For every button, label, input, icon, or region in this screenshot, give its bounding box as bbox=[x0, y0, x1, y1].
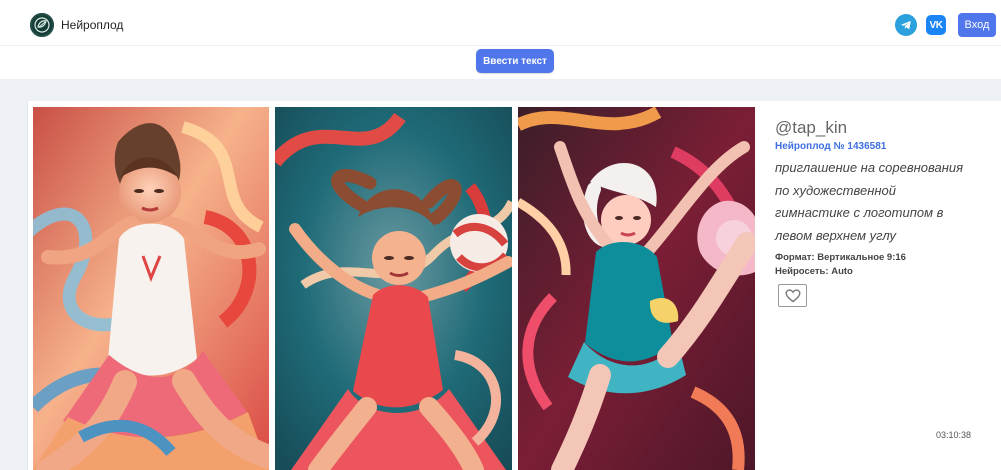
neural-network-info: Нейросеть: Auto bbox=[775, 266, 853, 277]
heart-outline-icon bbox=[784, 288, 801, 302]
telegram-icon[interactable] bbox=[895, 14, 917, 36]
gymnast-artwork-3-icon[interactable] bbox=[518, 107, 755, 470]
gymnast-artwork-2-icon[interactable] bbox=[275, 107, 512, 470]
login-button[interactable]: Вход bbox=[958, 13, 996, 37]
enter-text-button[interactable]: Ввести текст bbox=[476, 49, 554, 73]
post-time: 03:10:38 bbox=[936, 430, 972, 440]
brand-link[interactable]: Нейроплод bbox=[30, 12, 123, 38]
like-button[interactable] bbox=[778, 284, 807, 307]
vk-icon-text: VK bbox=[929, 19, 943, 31]
format-info: Формат: Вертикальное 9:16 bbox=[775, 252, 906, 263]
prompt-text: приглашение на соревнования по художеств… bbox=[775, 160, 964, 243]
post-info-panel: @tap_kin Нейроплод № 1436581 приглашение… bbox=[775, 118, 1000, 307]
author-username[interactable]: @tap_kin bbox=[775, 118, 1000, 138]
post-id-link[interactable]: Нейроплод № 1436581 bbox=[775, 141, 1000, 153]
text-input-strip: Ввести текст bbox=[0, 46, 1001, 79]
leaf-logo-icon bbox=[30, 13, 54, 37]
post-card: @tap_kin Нейроплод № 1436581 приглашение… bbox=[27, 101, 1001, 470]
vk-icon[interactable]: VK bbox=[926, 15, 946, 35]
brand-name: Нейроплод bbox=[61, 18, 124, 32]
top-navigation-bar: Нейроплод VK Вход bbox=[0, 0, 1001, 46]
gymnast-artwork-1-icon[interactable] bbox=[33, 107, 269, 470]
